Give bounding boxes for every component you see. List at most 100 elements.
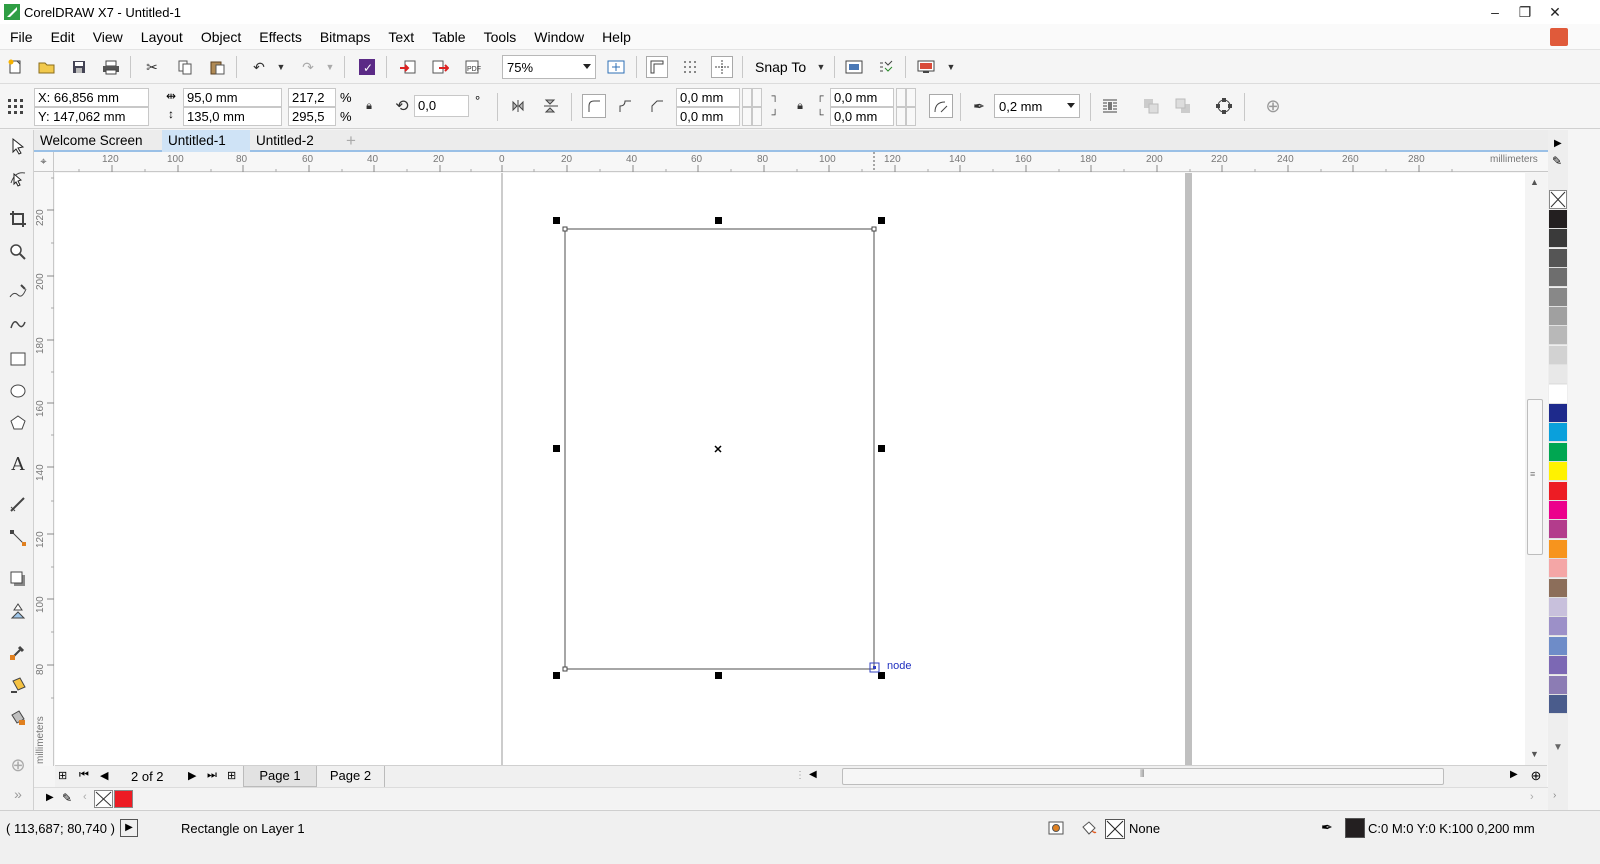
new-document-icon[interactable] <box>4 56 26 78</box>
palette-color-swatch[interactable] <box>1549 442 1567 462</box>
palette-color-swatch[interactable] <box>1549 520 1567 540</box>
text-tool-icon[interactable]: A <box>6 452 30 476</box>
palette-color-swatch[interactable] <box>1549 462 1567 482</box>
smart-drawing-tool-icon[interactable] <box>6 313 30 337</box>
cut-icon[interactable]: ✂ <box>141 56 163 78</box>
palette-color-swatch[interactable] <box>1549 268 1567 288</box>
palette-color-swatch[interactable] <box>1549 423 1567 443</box>
drop-shadow-tool-icon[interactable] <box>6 567 30 591</box>
publish-pdf-icon[interactable]: PDF <box>461 56 483 78</box>
vertical-ruler[interactable]: 220 200 180 160 140 120 100 80 millimete… <box>34 172 54 766</box>
redo-icon[interactable]: ↷ <box>297 56 319 78</box>
tab-welcome-screen[interactable]: Welcome Screen <box>34 130 162 152</box>
search-content-icon[interactable]: ✓ <box>356 56 378 78</box>
snap-to-dropdown[interactable]: Snap To <box>755 59 806 75</box>
undo-icon[interactable]: ↶ <box>248 56 270 78</box>
show-grid-icon[interactable] <box>679 56 701 78</box>
menu-tools[interactable]: Tools <box>475 24 526 50</box>
spinner-bottom-right[interactable] <box>896 107 906 126</box>
doc-palette-scroll-left-icon[interactable]: ‹ <box>83 791 87 803</box>
page-tab-1[interactable]: Page 1 <box>243 766 317 787</box>
drawing-canvas[interactable]: node <box>55 173 1525 765</box>
palette-color-swatch[interactable] <box>1549 307 1567 326</box>
palette-color-swatch[interactable] <box>1549 210 1567 229</box>
menu-help[interactable]: Help <box>593 24 640 50</box>
doc-palette-eyedropper-icon[interactable]: ✎ <box>62 791 72 805</box>
menu-text[interactable]: Text <box>379 24 423 50</box>
palette-color-swatch[interactable] <box>1549 578 1567 598</box>
menu-view[interactable]: View <box>84 24 132 50</box>
minimize-button[interactable]: – <box>1480 0 1510 24</box>
page-tab-2[interactable]: Page 2 <box>317 766 385 787</box>
transparency-tool-icon[interactable] <box>6 599 30 623</box>
horizontal-ruler[interactable]: 120 100 80 60 40 20 0 20 40 60 80 100 12… <box>34 152 1548 172</box>
smart-fill-tool-icon[interactable] <box>6 705 30 729</box>
add-tool-icon[interactable]: ⊕ <box>6 753 30 777</box>
height-field[interactable]: 135,0 mm <box>183 107 282 126</box>
scroll-right-icon[interactable]: ▶ <box>1510 769 1518 780</box>
to-front-icon[interactable] <box>1140 95 1162 117</box>
palette-color-swatch[interactable] <box>1549 656 1567 676</box>
menu-layout[interactable]: Layout <box>132 24 192 50</box>
edit-corners-together-icon[interactable]: 🔒︎ <box>789 95 811 117</box>
menu-object[interactable]: Object <box>192 24 250 50</box>
chamfered-corner-icon[interactable] <box>646 95 668 117</box>
palette-scroll-right-icon[interactable]: › <box>1553 790 1556 801</box>
scroll-up-icon[interactable]: ▲ <box>1530 177 1539 187</box>
palette-color-swatch[interactable] <box>1549 345 1567 365</box>
ruler-origin-icon[interactable]: ⌖ <box>34 152 54 172</box>
menu-edit[interactable]: Edit <box>42 24 84 50</box>
scalloped-corner-icon[interactable] <box>614 95 636 117</box>
convert-to-curves-icon[interactable] <box>1213 95 1235 117</box>
scroll-down-icon[interactable]: ▼ <box>1530 749 1539 759</box>
next-page-icon[interactable]: ▶ <box>188 769 196 782</box>
tab-untitled-1[interactable]: Untitled-1 <box>162 130 250 152</box>
spinner-bottom-right-up[interactable] <box>906 107 916 126</box>
palette-color-swatch[interactable] <box>1549 695 1567 714</box>
zoom-navigator-icon[interactable]: ⊕ <box>1525 765 1547 787</box>
zoom-tool-icon[interactable] <box>6 240 30 264</box>
menu-window[interactable]: Window <box>525 24 593 50</box>
add-page-after-icon[interactable]: ⊞ <box>227 769 236 782</box>
palette-color-swatch[interactable] <box>1549 248 1567 268</box>
palette-color-swatch[interactable] <box>1549 481 1567 501</box>
menu-effects[interactable]: Effects <box>250 24 311 50</box>
width-field[interactable]: 95,0 mm <box>183 88 282 107</box>
y-position-field[interactable]: Y: 147,062 mm <box>34 107 149 126</box>
palette-color-swatch[interactable] <box>1549 539 1567 559</box>
palette-color-swatch[interactable] <box>1549 598 1567 617</box>
import-icon[interactable] <box>397 56 419 78</box>
palette-color-swatch[interactable] <box>1549 559 1567 579</box>
palette-color-swatch[interactable] <box>1549 617 1567 637</box>
spinner-top-right-up[interactable] <box>906 88 916 107</box>
interactive-fill-tool-icon[interactable] <box>6 673 30 697</box>
spinner-top-left[interactable] <box>742 88 752 107</box>
vertical-scrollbar[interactable]: ▲ ≡ ▼ <box>1525 173 1547 765</box>
zoom-level-combo[interactable]: 75% <box>502 55 596 79</box>
pick-tool-icon[interactable] <box>6 134 30 158</box>
application-launcher-icon[interactable] <box>875 56 897 78</box>
previous-page-icon[interactable]: ◀ <box>100 769 108 782</box>
print-icon[interactable] <box>100 56 122 78</box>
account-icon[interactable] <box>1550 28 1568 46</box>
doc-palette-flyout-icon[interactable]: ▶ <box>46 792 54 803</box>
spinner-top-left-up[interactable] <box>752 88 762 107</box>
crop-tool-icon[interactable] <box>6 207 30 231</box>
palette-color-swatch[interactable] <box>1549 384 1567 404</box>
spinner-bottom-left[interactable] <box>742 107 752 126</box>
outline-pen-status-icon[interactable]: ✒ <box>1321 819 1333 836</box>
spinner-bottom-left-up[interactable] <box>752 107 762 126</box>
relative-corner-scaling-icon[interactable] <box>929 94 953 118</box>
menu-file[interactable]: File <box>0 24 42 50</box>
palette-color-swatch[interactable] <box>1549 229 1567 249</box>
mirror-horizontal-icon[interactable] <box>508 95 530 117</box>
spinner-top-right[interactable] <box>896 88 906 107</box>
parallel-dimension-tool-icon[interactable] <box>6 493 30 517</box>
copy-icon[interactable] <box>174 56 196 78</box>
ellipse-tool-icon[interactable] <box>6 379 30 403</box>
no-color-swatch[interactable] <box>1549 190 1567 209</box>
wrap-text-icon[interactable] <box>1099 95 1121 117</box>
expand-toolbox-icon[interactable]: » <box>6 782 30 806</box>
open-icon[interactable] <box>36 56 58 78</box>
doc-palette-no-color-swatch[interactable] <box>94 790 113 808</box>
